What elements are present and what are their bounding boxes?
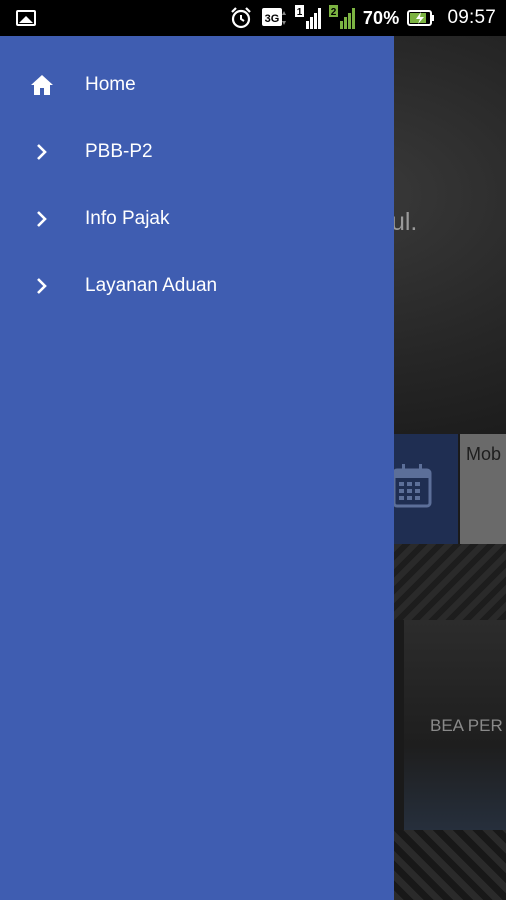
sim2-label: 2 [331,7,337,18]
decorative-strip [394,544,506,620]
nav-item-info-pajak[interactable]: Info Pajak [0,185,394,252]
signal-sim1-icon: 1 [294,5,321,29]
signal-sim2-icon: 2 [328,5,355,29]
mobile-tile-text: Mob [466,444,502,464]
nav-item-pbb-p2[interactable]: PBB-P2 [0,118,394,185]
nav-item-label: Info Pajak [85,207,170,229]
clock: 09:57 [447,7,496,28]
nav-item-label: PBB-P2 [85,140,153,162]
bea-card: BEA PER [404,620,506,830]
network-type-label: 3G [264,13,279,25]
gallery-icon [16,10,36,26]
nav-item-label: Layanan Aduan [85,274,218,296]
nav-list: Home PBB-P2 Info Pajak Layanan Aduan [0,36,394,319]
sim1-label: 1 [297,7,303,18]
bea-card-text: BEA PER [430,716,503,735]
battery-charging-icon [407,10,435,26]
nav-item-layanan-aduan[interactable]: Layanan Aduan [0,252,394,319]
nav-item-home[interactable]: Home [0,51,394,118]
3g-icon: 3G [261,8,286,26]
calendar-icon [394,464,432,508]
navigation-drawer: Home PBB-P2 Info Pajak Layanan Aduan [0,36,394,900]
calendar-tile [394,434,458,544]
battery-percent: 70% [362,7,400,28]
status-bar: 3G 1 2 70% 09:57 [0,0,506,36]
alarm-icon [231,7,251,29]
chevron-right-icon [30,140,54,164]
nav-item-label: Home [85,73,136,95]
chevron-right-icon [30,207,54,231]
home-icon [30,73,54,97]
chevron-right-icon [30,274,54,298]
app-screen: 3G 1 2 70% 09:57 tul. Mob BEA PER Home P… [0,0,506,900]
mobile-tile: Mob [460,434,506,544]
decorative-bottom [394,830,506,900]
status-icons: 3G 1 2 70% 09:57 [229,0,496,36]
